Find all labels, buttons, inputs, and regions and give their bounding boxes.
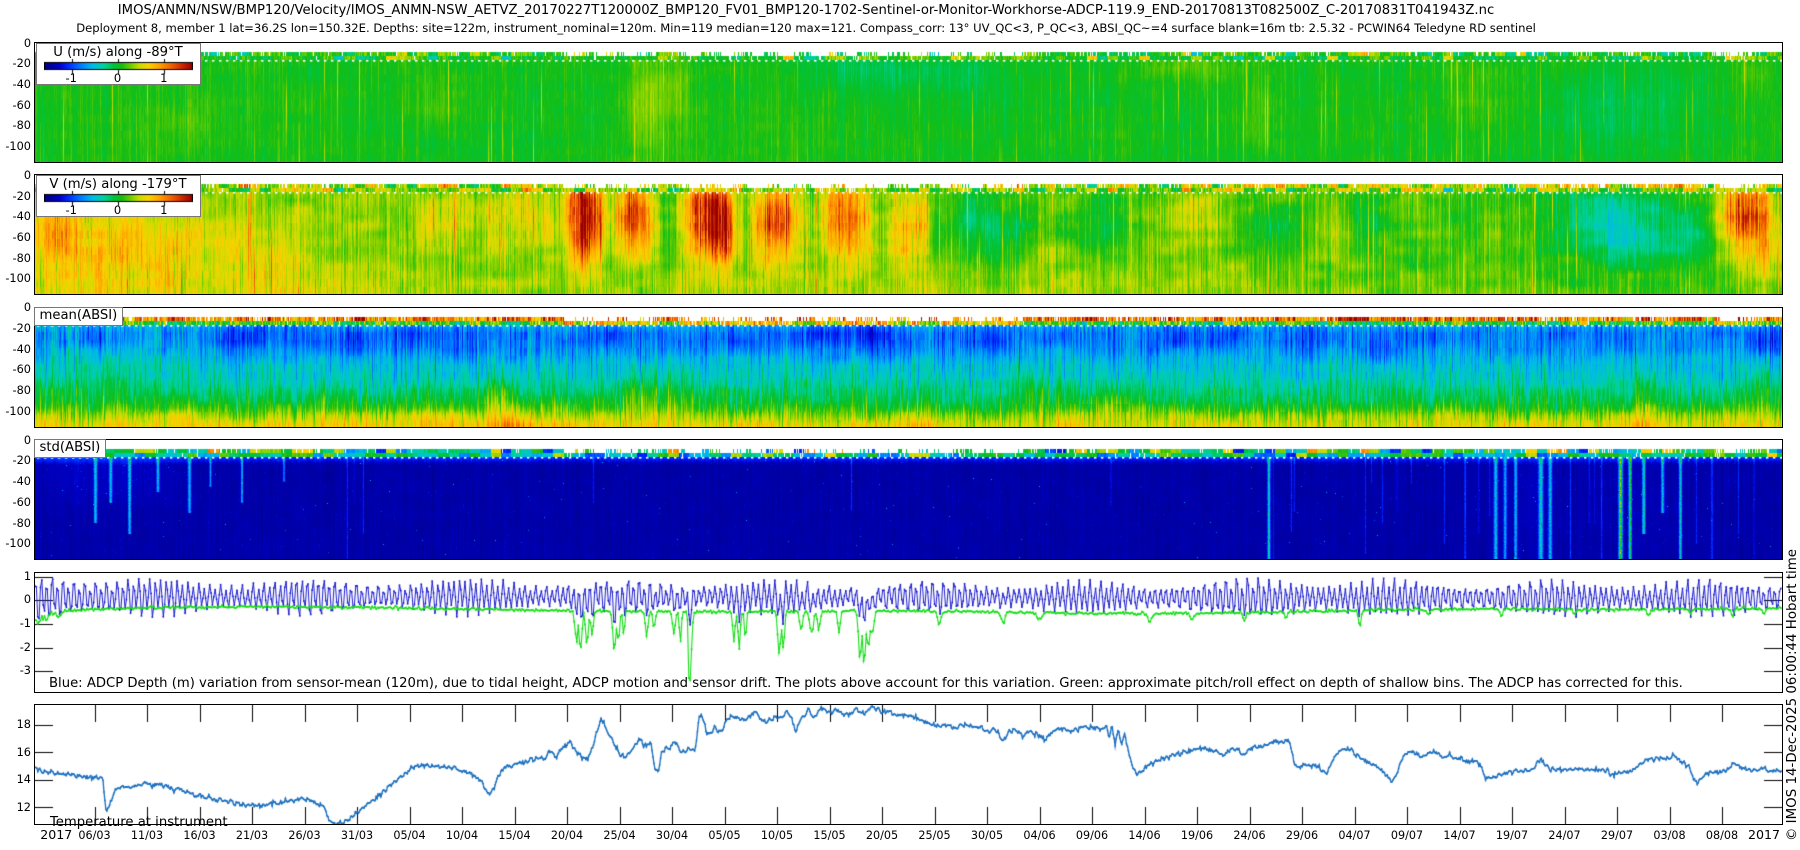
x-tick-06-03: 06/03 xyxy=(78,829,110,842)
y-tick-u-0: 0 xyxy=(1,36,31,51)
y-tick-v-100: -100 xyxy=(1,271,31,286)
y-tick-u-40: -40 xyxy=(1,77,31,92)
y-tick-depthvar--1: -1 xyxy=(1,616,31,631)
x-tick-30-05: 30/05 xyxy=(971,829,1003,842)
adcp-figure: IMOS/ANMN/NSW/BMP120/Velocity/IMOS_ANMN-… xyxy=(0,0,1800,850)
y-tick-mean_absi-0: 0 xyxy=(1,300,31,315)
legend-v: V (m/s) along -179°T -1 0 1 xyxy=(36,175,201,217)
y-tick-temp-16: 16 xyxy=(1,745,31,760)
y-tick-mean_absi-60: -60 xyxy=(1,362,31,377)
x-tick-25-04: 25/04 xyxy=(603,829,635,842)
x-tick-24-06: 24/06 xyxy=(1233,829,1265,842)
temperature-plot xyxy=(35,705,1782,824)
x-tick-16-03: 16/03 xyxy=(183,829,215,842)
heatmap-u-velocity xyxy=(35,43,1782,162)
x-tick-31-03: 31/03 xyxy=(341,829,373,842)
legend-u-tick-1: 1 xyxy=(160,71,167,85)
y-tick-std_absi-20: -20 xyxy=(1,453,31,468)
y-tick-u-60: -60 xyxy=(1,98,31,113)
y-tick-v-80: -80 xyxy=(1,251,31,266)
x-tick-04-06: 04/06 xyxy=(1023,829,1055,842)
y-tick-depthvar-0: 0 xyxy=(1,592,31,607)
x-tick-15-05: 15/05 xyxy=(813,829,845,842)
y-tick-temp-18: 18 xyxy=(1,717,31,732)
temperature-label: Temperature at instrument xyxy=(50,815,228,830)
legend-u: U (m/s) along -89°T -1 0 1 xyxy=(36,43,201,85)
heatmap-std-absi xyxy=(35,440,1782,559)
y-tick-v-20: -20 xyxy=(1,189,31,204)
y-tick-mean_absi-40: -40 xyxy=(1,342,31,357)
x-axis-year-right: 2017 xyxy=(1748,827,1780,842)
y-tick-u-80: -80 xyxy=(1,118,31,133)
y-tick-std_absi-100: -100 xyxy=(1,536,31,551)
x-tick-25-05: 25/05 xyxy=(918,829,950,842)
legend-v-tick-neg1: -1 xyxy=(66,203,77,217)
x-tick-05-05: 05/05 xyxy=(708,829,740,842)
label-std-absi: std(ABSI) xyxy=(34,439,107,458)
y-tick-u-20: -20 xyxy=(1,56,31,71)
x-tick-04-07: 04/07 xyxy=(1338,829,1370,842)
depth-variation-caption: Blue: ADCP Depth (m) variation from sens… xyxy=(49,676,1683,691)
legend-v-tick-1: 1 xyxy=(160,203,167,217)
x-tick-24-07: 24/07 xyxy=(1548,829,1580,842)
legend-v-tick-0: 0 xyxy=(114,203,121,217)
y-tick-v-0: 0 xyxy=(1,168,31,183)
x-tick-03-08: 03/08 xyxy=(1653,829,1685,842)
heatmap-mean-absi xyxy=(35,308,1782,427)
y-tick-mean_absi-100: -100 xyxy=(1,404,31,419)
y-tick-depthvar--3: -3 xyxy=(1,663,31,678)
x-tick-19-07: 19/07 xyxy=(1496,829,1528,842)
x-tick-21-03: 21/03 xyxy=(236,829,268,842)
legend-u-tick-0: 0 xyxy=(114,71,121,85)
y-tick-mean_absi-20: -20 xyxy=(1,321,31,336)
figure-title-line1: IMOS/ANMN/NSW/BMP120/Velocity/IMOS_ANMN-… xyxy=(118,3,1494,18)
y-tick-std_absi-60: -60 xyxy=(1,495,31,510)
x-tick-15-04: 15/04 xyxy=(498,829,530,842)
x-tick-14-07: 14/07 xyxy=(1443,829,1475,842)
y-tick-depthvar-1: 1 xyxy=(1,569,31,584)
y-tick-mean_absi-80: -80 xyxy=(1,383,31,398)
y-tick-std_absi-40: -40 xyxy=(1,474,31,489)
x-tick-26-03: 26/03 xyxy=(288,829,320,842)
depth-variation-plot xyxy=(35,573,1782,692)
x-tick-05-04: 05/04 xyxy=(393,829,425,842)
y-tick-std_absi-0: 0 xyxy=(1,433,31,448)
x-tick-09-07: 09/07 xyxy=(1391,829,1423,842)
x-tick-14-06: 14/06 xyxy=(1128,829,1160,842)
x-tick-20-05: 20/05 xyxy=(866,829,898,842)
x-tick-08-08: 08/08 xyxy=(1706,829,1738,842)
x-tick-10-05: 10/05 xyxy=(761,829,793,842)
x-tick-09-06: 09/06 xyxy=(1076,829,1108,842)
y-tick-v-60: -60 xyxy=(1,230,31,245)
x-tick-20-04: 20/04 xyxy=(551,829,583,842)
label-mean-absi: mean(ABSI) xyxy=(34,307,124,326)
heatmap-v-velocity xyxy=(35,175,1782,294)
y-tick-u-100: -100 xyxy=(1,139,31,154)
x-tick-29-06: 29/06 xyxy=(1286,829,1318,842)
figure-title-line2: Deployment 8, member 1 lat=36.2S lon=150… xyxy=(76,21,1536,35)
y-tick-depthvar--2: -2 xyxy=(1,640,31,655)
y-tick-v-40: -40 xyxy=(1,209,31,224)
x-tick-19-06: 19/06 xyxy=(1181,829,1213,842)
x-tick-29-07: 29/07 xyxy=(1601,829,1633,842)
x-tick-11-03: 11/03 xyxy=(131,829,163,842)
x-tick-10-04: 10/04 xyxy=(446,829,478,842)
y-tick-temp-12: 12 xyxy=(1,800,31,815)
y-tick-temp-14: 14 xyxy=(1,772,31,787)
x-tick-30-04: 30/04 xyxy=(656,829,688,842)
imos-watermark: © IMOS 14-Dec-2025 06:00:44 Hobart time xyxy=(1785,549,1800,841)
legend-u-tick-neg1: -1 xyxy=(66,71,77,85)
y-tick-std_absi-80: -80 xyxy=(1,516,31,531)
